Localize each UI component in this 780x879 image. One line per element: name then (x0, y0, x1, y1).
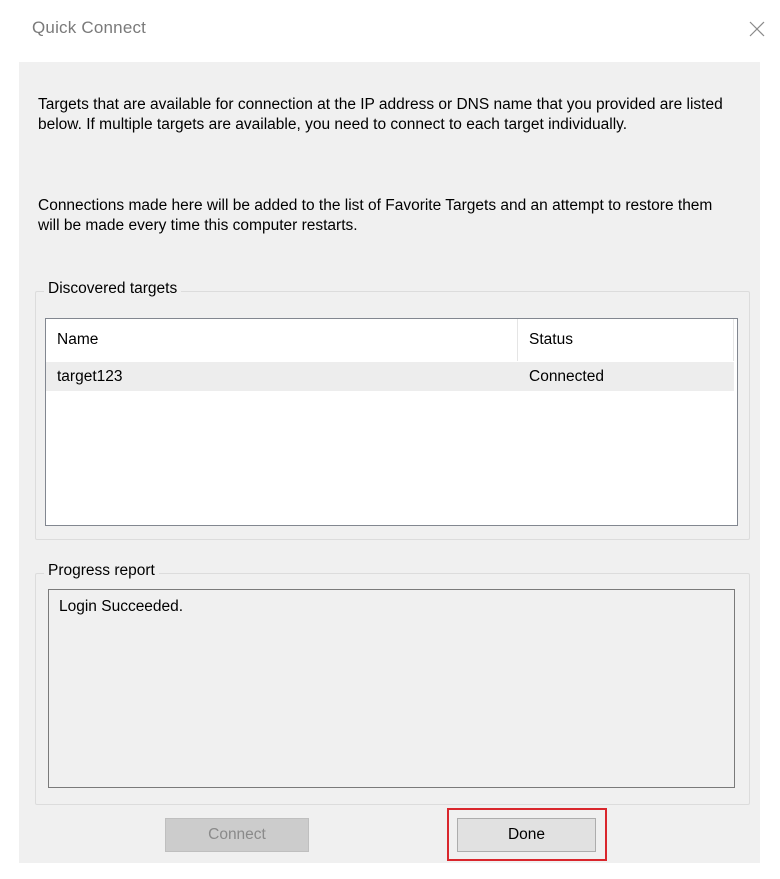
column-header-name[interactable]: Name (46, 319, 518, 361)
close-icon (749, 21, 765, 37)
targets-list[interactable]: Name Status target123 Connected (45, 318, 738, 526)
target-status-cell: Connected (529, 368, 604, 385)
done-button[interactable]: Done (457, 818, 596, 852)
table-row[interactable]: target123 Connected (46, 362, 734, 391)
title-bar: Quick Connect (0, 0, 780, 62)
targets-list-header: Name Status (46, 319, 737, 361)
quick-connect-dialog: Quick Connect Targets that are available… (0, 0, 780, 879)
close-button[interactable] (742, 14, 772, 44)
target-name-cell: target123 (57, 368, 123, 385)
intro-paragraph-targets: Targets that are available for connectio… (38, 96, 723, 133)
progress-report-text: Login Succeeded. (59, 598, 184, 615)
connect-button[interactable]: Connect (165, 818, 309, 852)
progress-report-label: Progress report (44, 562, 159, 580)
dialog-title: Quick Connect (32, 18, 147, 37)
progress-report-box[interactable]: Login Succeeded. (48, 589, 735, 788)
discovered-targets-label: Discovered targets (44, 280, 182, 298)
column-header-status[interactable]: Status (518, 319, 734, 361)
intro-paragraph-favorites: Connections made here will be added to t… (38, 197, 713, 234)
